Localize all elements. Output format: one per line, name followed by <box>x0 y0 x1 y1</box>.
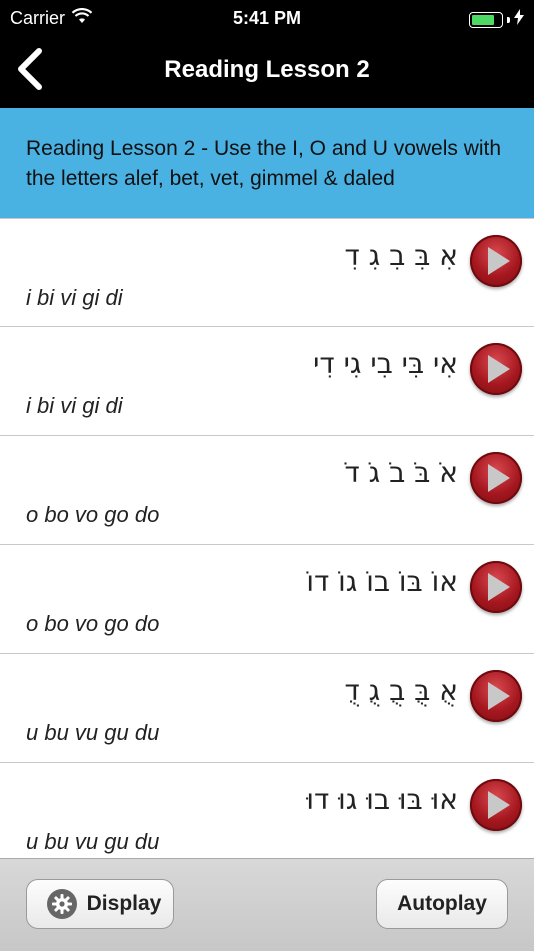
hebrew-text: אֻ בֻּ בֻ גֻ דֻ <box>344 674 458 707</box>
status-bar: Carrier 5:41 PM <box>0 0 534 36</box>
play-button[interactable] <box>470 670 522 722</box>
transliteration-text: i bi vi gi di <box>26 393 123 418</box>
list-item[interactable]: אִ בִּ בִ גִ דִ i bi vi gi di <box>0 218 534 327</box>
lesson-list[interactable]: אִ בִּ בִ גִ דִ i bi vi gi di אִי בִּי ב… <box>0 218 534 858</box>
transliteration-text: u bu vu gu du <box>26 720 160 745</box>
nav-bar: Reading Lesson 2 <box>0 36 534 108</box>
list-item[interactable]: אוֹ בּוֹ בוֹ גוֹ דוֹ o bo vo go do <box>0 545 534 654</box>
play-button[interactable] <box>470 235 522 287</box>
status-right <box>469 9 524 30</box>
play-button[interactable] <box>470 779 522 831</box>
list-item[interactable]: אוּ בּוּ בוּ גוּ דוּ u bu vu gu du <box>0 763 534 858</box>
display-button[interactable]: Display <box>26 879 174 929</box>
play-button[interactable] <box>470 561 522 613</box>
list-item[interactable]: אִי בִּי בִי גִי דִי i bi vi gi di <box>0 327 534 436</box>
play-button[interactable] <box>470 343 522 395</box>
lesson-description-banner: Reading Lesson 2 - Use the I, O and U vo… <box>0 108 534 218</box>
bottom-toolbar: Display Autoplay <box>0 858 534 951</box>
play-icon <box>488 573 510 601</box>
list-item[interactable]: אֹ בֹּ בֹ גֹ דֹ o bo vo go do <box>0 436 534 545</box>
play-icon <box>488 464 510 492</box>
autoplay-label: Autoplay <box>397 892 487 915</box>
page-title: Reading Lesson 2 <box>164 56 370 83</box>
transliteration-text: o bo vo go do <box>26 502 160 527</box>
play-icon <box>488 791 510 819</box>
play-icon <box>488 247 510 275</box>
play-icon <box>488 682 510 710</box>
battery-level <box>472 14 494 25</box>
autoplay-button[interactable]: Autoplay <box>376 879 508 929</box>
battery-icon <box>469 11 503 28</box>
charging-bolt-icon <box>514 9 524 30</box>
hebrew-text: אוֹ בּוֹ בוֹ גוֹ דוֹ <box>306 565 458 598</box>
battery-tip <box>507 16 510 23</box>
hebrew-text: אוּ בּוּ בוּ גוּ דוּ <box>306 783 458 816</box>
hebrew-text: אִי בִּי בִי גִי דִי <box>313 347 458 380</box>
hebrew-text: אֹ בֹּ בֹ גֹ דֹ <box>344 456 458 489</box>
transliteration-text: o bo vo go do <box>26 611 160 636</box>
hebrew-text: אִ בִּ בִ גִ דִ <box>344 239 458 272</box>
gear-icon <box>46 889 77 919</box>
transliteration-text: u bu vu gu du <box>26 829 160 854</box>
play-button[interactable] <box>470 452 522 504</box>
transliteration-text: i bi vi gi di <box>26 285 123 310</box>
play-icon <box>488 355 510 383</box>
lesson-description: Reading Lesson 2 - Use the I, O and U vo… <box>26 137 502 190</box>
list-item[interactable]: אֻ בֻּ בֻ גֻ דֻ u bu vu gu du <box>0 654 534 763</box>
status-time: 5:41 PM <box>232 8 302 28</box>
display-label: Display <box>86 892 162 915</box>
